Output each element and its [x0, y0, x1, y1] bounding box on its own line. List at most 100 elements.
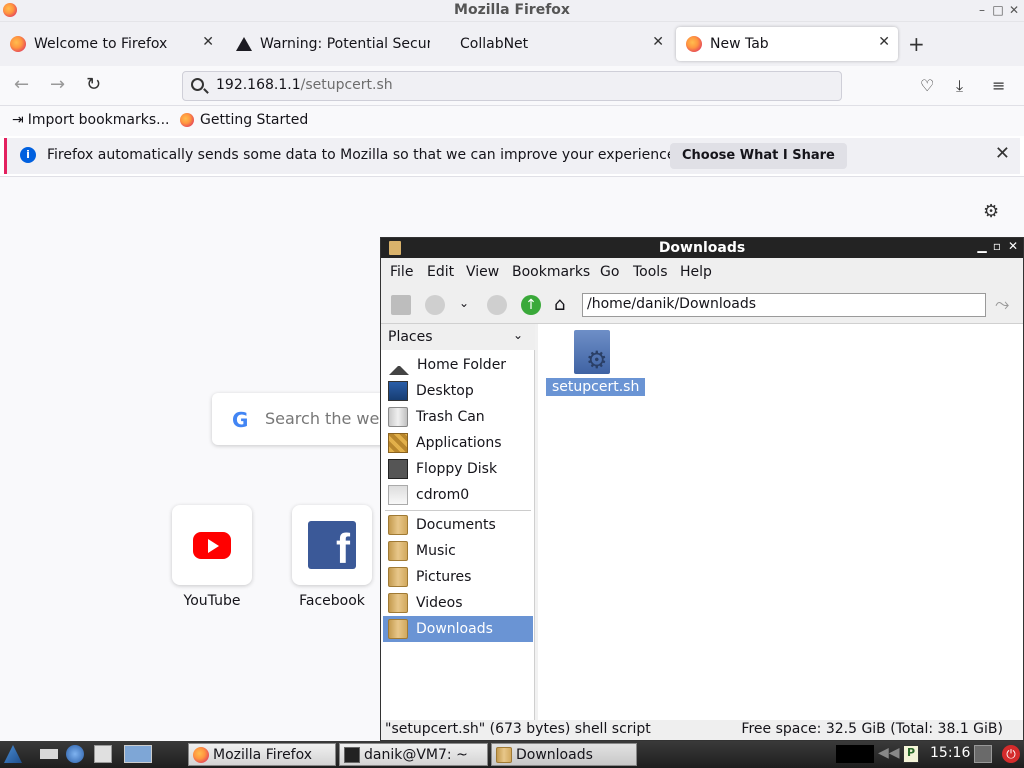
menu-edit[interactable]: Edit	[427, 264, 454, 280]
search-icon	[191, 78, 204, 91]
path-bar[interactable]: /home/danik/Downloads	[582, 293, 986, 317]
close-window-button[interactable]: ✕	[1006, 3, 1022, 17]
gear-icon[interactable]: ⚙	[983, 201, 999, 222]
chevron-down-icon[interactable]: ⌄	[459, 296, 469, 310]
menu-view[interactable]: View	[466, 264, 499, 280]
firefox-icon	[686, 36, 702, 52]
sidebar-item-music[interactable]: Music	[383, 538, 533, 564]
package-updater-icon[interactable]: P	[903, 745, 919, 763]
shell-script-icon	[574, 330, 610, 374]
file-view[interactable]: setupcert.sh	[538, 324, 1023, 720]
forward-button[interactable]: →	[50, 74, 65, 95]
close-notification-icon[interactable]: ✕	[995, 143, 1010, 164]
menu-icon[interactable]: ≡	[992, 76, 1005, 95]
close-tab-icon[interactable]: ✕	[878, 34, 890, 50]
go-icon[interactable]: ⤳	[995, 294, 1009, 315]
sidebar-item-trash[interactable]: Trash Can	[383, 404, 533, 430]
download-icon[interactable]: ⤓	[956, 76, 963, 96]
task-downloads[interactable]: Downloads	[491, 743, 637, 766]
reload-button[interactable]: ↻	[86, 74, 101, 95]
shortcut-tile[interactable]	[172, 505, 252, 585]
pocket-icon[interactable]: ♡	[920, 76, 934, 95]
menu-tools[interactable]: Tools	[633, 264, 668, 280]
chevron-down-icon: ⌄	[512, 328, 523, 342]
url-bar[interactable]: 192.168.1.1/setupcert.sh	[182, 71, 842, 101]
tab-welcome[interactable]: Welcome to Firefox ✕	[0, 27, 222, 61]
folder-icon	[388, 567, 408, 587]
sidebar-item-label: Applications	[416, 435, 502, 451]
sidebar-item-downloads[interactable]: Downloads	[383, 616, 533, 642]
places-header-label: Places	[388, 329, 433, 345]
task-label: Mozilla Firefox	[213, 746, 313, 763]
minimize-button[interactable]: –	[974, 3, 990, 17]
file-manager-toolbar: ⌄ ↑ ⌂ /home/danik/Downloads ⤳	[381, 286, 1023, 324]
home-icon[interactable]: ⌂	[554, 294, 565, 315]
close-tab-icon[interactable]: ✕	[202, 34, 214, 50]
start-menu-icon[interactable]	[4, 745, 22, 763]
power-icon[interactable]: ⏻	[1002, 745, 1020, 763]
navigation-toolbar: ← → ↻ 192.168.1.1/setupcert.sh ♡ ⤓ ≡	[0, 66, 1024, 106]
file-manager-titlebar[interactable]: Downloads ▁ ▫ ✕	[381, 238, 1023, 258]
youtube-icon	[193, 532, 231, 559]
up-icon[interactable]: ↑	[521, 295, 541, 315]
back-button[interactable]: ←	[14, 74, 29, 95]
task-firefox[interactable]: Mozilla Firefox	[188, 743, 336, 766]
sidebar-item-label: Home Folder	[417, 357, 507, 373]
import-bookmarks-link[interactable]: ⇥ Import bookmarks...	[12, 112, 170, 128]
file-name: setupcert.sh	[546, 378, 646, 396]
file-item[interactable]: setupcert.sh	[546, 330, 646, 396]
url-text[interactable]: 192.168.1.1/setupcert.sh	[216, 77, 393, 93]
getting-started-link[interactable]: Getting Started	[180, 112, 308, 128]
info-icon: i	[20, 147, 36, 163]
minimize-button[interactable]: ▁	[975, 239, 989, 253]
maximize-button[interactable]: □	[990, 3, 1006, 17]
maximize-button[interactable]: ▫	[990, 239, 1004, 253]
close-tab-icon[interactable]: ✕	[652, 34, 664, 50]
google-icon: G	[232, 408, 249, 432]
menu-help[interactable]: Help	[680, 264, 712, 280]
shortcut-label: YouTube	[183, 593, 241, 609]
shortcut-tile[interactable]: f	[292, 505, 372, 585]
browser-icon[interactable]	[66, 745, 84, 763]
sidebar-item-videos[interactable]: Videos	[383, 590, 533, 616]
sidebar-item-pictures[interactable]: Pictures	[383, 564, 533, 590]
new-tab-button[interactable]: +	[908, 32, 925, 56]
menu-file[interactable]: File	[390, 264, 413, 280]
firefox-icon	[10, 36, 26, 52]
floppy-icon	[388, 459, 408, 479]
desktop-switcher-icon[interactable]	[124, 745, 152, 763]
sidebar-item-home-folder[interactable]: Home Folder	[383, 352, 533, 378]
screen-lock-icon[interactable]	[974, 745, 992, 763]
sidebar-item-applications[interactable]: Applications	[383, 430, 533, 456]
menu-bookmarks[interactable]: Bookmarks	[512, 264, 590, 280]
sidebar-item-documents[interactable]: Documents	[383, 512, 533, 538]
menu-go[interactable]: Go	[600, 264, 619, 280]
close-window-button[interactable]: ✕	[1006, 239, 1020, 253]
tab-label: CollabNet	[460, 36, 529, 52]
shortcut-youtube[interactable]: YouTube	[172, 505, 252, 609]
tray-area	[836, 745, 874, 763]
folder-icon	[388, 619, 408, 639]
bookmarks-toolbar: ⇥ Import bookmarks... Getting Started	[0, 106, 1024, 136]
task-terminal[interactable]: danik@VM7: ~	[339, 743, 488, 766]
back-icon[interactable]	[425, 295, 445, 315]
sidebar-item-cdrom[interactable]: cdrom0	[383, 482, 533, 508]
tab-warning[interactable]: Warning: Potential Securi	[226, 27, 448, 61]
tab-new-tab[interactable]: New Tab ✕	[676, 27, 898, 61]
volume-icon[interactable]: ◀◀	[878, 745, 900, 763]
sidebar-item-desktop[interactable]: Desktop	[383, 378, 533, 404]
tab-collabnet[interactable]: CollabNet ✕	[450, 27, 672, 61]
forward-icon[interactable]	[487, 295, 507, 315]
minimize-all-icon[interactable]	[40, 749, 58, 759]
url-host: 192.168.1.1	[216, 77, 301, 93]
firefox-icon	[180, 113, 194, 127]
file-manager-icon[interactable]	[94, 745, 112, 763]
sidebar-item-floppy[interactable]: Floppy Disk	[383, 456, 533, 482]
sidebar-item-label: Documents	[416, 517, 496, 533]
sidebar-item-label: cdrom0	[416, 487, 470, 503]
new-tab-icon[interactable]	[391, 295, 411, 315]
clock[interactable]: 15:16	[930, 745, 970, 761]
choose-what-i-share-button[interactable]: Choose What I Share	[670, 143, 847, 169]
shortcut-facebook[interactable]: f Facebook	[292, 505, 372, 609]
places-header[interactable]: Places ⌄	[381, 324, 535, 350]
